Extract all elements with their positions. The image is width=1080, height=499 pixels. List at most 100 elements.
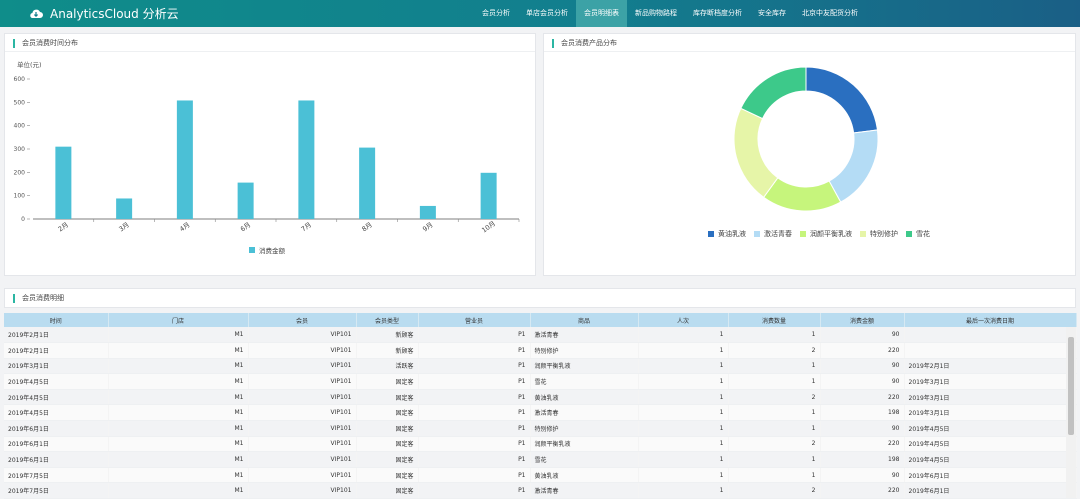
table-cell: 固定客 (356, 404, 419, 422)
bar-chart-title: 会员消费时间分布 (13, 39, 78, 48)
nav-item-5[interactable]: 安全库存 (750, 0, 794, 27)
table-cell: 新顾客 (356, 342, 419, 359)
table-cell: P1 (418, 389, 531, 406)
table-cell: 2 (728, 482, 821, 499)
table-cell: VIP101 (248, 358, 357, 375)
column-header[interactable]: 营业员 (418, 313, 531, 327)
table-cell: M1 (108, 436, 249, 453)
bar-4月[interactable] (176, 100, 193, 219)
x-tick-label: 3月 (117, 221, 130, 234)
legend-label: 消费金额 (259, 246, 286, 255)
table-row[interactable]: 2019年2月1日 M1 VIP101 新顾客 P1 特别修护 1 2 220 (4, 342, 1077, 359)
table-cell: 固定客 (356, 373, 419, 390)
table-cell: 2019年6月1日 (904, 467, 1077, 484)
table-cell: 90 (820, 467, 905, 484)
bar-7月[interactable] (298, 100, 315, 219)
table-cell: M1 (108, 358, 249, 375)
table-row[interactable]: 2019年3月1日 M1 VIP101 活跃客 P1 润颜平衡乳液 1 1 90 2019年2月1… (4, 358, 1077, 375)
table-row[interactable]: 2019年6月1日 M1 VIP101 固定客 P1 润颜平衡乳液 1 2 220 2019年4月… (4, 436, 1077, 453)
table-title: 会员消费明细 (13, 294, 64, 303)
donut-slice-激活青春[interactable] (828, 129, 879, 203)
table-row[interactable]: 2019年4月5日 M1 VIP101 固定客 P1 黄油乳液 1 2 220 2019年3月1日 (4, 389, 1077, 406)
table-cell: VIP101 (248, 342, 357, 359)
bar-6月[interactable] (237, 182, 254, 219)
x-tick-label: 6月 (239, 221, 252, 234)
donut-chart (733, 66, 879, 212)
table-cell: P1 (418, 482, 531, 499)
legend-item-雪花[interactable]: 雪花 (906, 229, 930, 239)
table-cell: 激活青春 (530, 482, 639, 499)
column-header[interactable]: 会员类型 (356, 313, 419, 327)
scrollbar-thumb[interactable] (1068, 337, 1074, 435)
table-row[interactable]: 2019年6月1日 M1 VIP101 固定客 P1 特别修护 1 1 90 2019年4月5日 (4, 420, 1077, 437)
x-tick-label: 7月 (300, 221, 313, 234)
table-cell: M1 (108, 342, 249, 359)
legend-item-黄油乳液[interactable]: 黄油乳液 (708, 229, 746, 239)
legend-label: 黄油乳液 (718, 230, 746, 238)
table-cell: 2019年4月5日 (4, 404, 109, 422)
legend-item-润颜平衡乳液[interactable]: 润颜平衡乳液 (800, 229, 852, 239)
table-cell: 2019年6月1日 (4, 420, 109, 437)
table-cell: 1 (728, 451, 821, 468)
donut-slice-润颜平衡乳液[interactable] (762, 177, 842, 212)
column-header[interactable]: 消费数量 (728, 313, 821, 327)
table-cell: 90 (820, 373, 905, 390)
column-header[interactable]: 人次 (638, 313, 729, 327)
column-header[interactable]: 消费金额 (820, 313, 905, 327)
bar-10月[interactable] (480, 172, 497, 219)
column-header[interactable]: 商品 (530, 313, 639, 327)
detail-table: 时间 门店 会员 会员类型 营业员 商品 人次 消费数量 消费金额 最后一次消费日期 2019年2… (4, 313, 1077, 499)
table-cell: 2 (728, 436, 821, 453)
table-row[interactable]: 2019年7月5日 M1 VIP101 固定客 P1 激活青春 1 2 220 2019年6月1日 (4, 482, 1077, 499)
legend-label: 雪花 (916, 230, 930, 238)
x-tick-label: 10月 (480, 219, 497, 234)
legend-item-特别修护[interactable]: 特别修护 (860, 229, 898, 239)
column-header[interactable]: 最后一次消费日期 (904, 313, 1077, 327)
table-cell: 1 (638, 389, 729, 406)
bar-9月[interactable] (419, 205, 436, 219)
table-cell: 198 (820, 404, 905, 422)
legend-item-激活青春[interactable]: 激活青春 (754, 229, 792, 239)
column-header[interactable]: 时间 (4, 313, 109, 327)
table-cell: 激活青春 (530, 327, 639, 344)
table-cell: 2019年6月1日 (4, 451, 109, 468)
table-cell: 2019年4月5日 (904, 420, 1077, 437)
nav-item-4[interactable]: 库存断档度分析 (685, 0, 750, 27)
column-header[interactable]: 会员 (248, 313, 357, 327)
donut-slice-黄油乳液[interactable] (805, 66, 878, 134)
table-cell: P1 (418, 342, 531, 359)
nav-item-0[interactable]: 会员分析 (474, 0, 518, 27)
bar-8月[interactable] (359, 147, 376, 219)
nav-item-3[interactable]: 新品购物路程 (627, 0, 685, 27)
table-cell: 润颜平衡乳液 (530, 358, 639, 375)
table-cell: P1 (418, 373, 531, 390)
nav-item-2[interactable]: 会员明细表 (576, 0, 627, 27)
table-row[interactable]: 2019年4月5日 M1 VIP101 固定客 P1 激活青春 1 1 198 2019年3月1日 (4, 404, 1077, 422)
table-cell: VIP101 (248, 373, 357, 390)
donut-chart-title: 会员消费产品分布 (552, 39, 617, 48)
legend-label: 润颜平衡乳液 (810, 230, 852, 238)
donut-slice-雪花[interactable] (740, 66, 807, 120)
table-cell: 1 (728, 373, 821, 390)
bar-chart-panel: 会员消费时间分布 单位(元) 0 100 200 300 400 500 600 2月 3月 4月 6… (4, 33, 536, 276)
bar-3月[interactable] (116, 198, 133, 219)
table-cell: VIP101 (248, 451, 357, 468)
bar-2月[interactable] (55, 146, 72, 219)
table-row[interactable]: 2019年6月1日 M1 VIP101 固定客 P1 雪花 1 1 198 2019年4月5日 (4, 451, 1077, 468)
top-bar: AnalyticsCloud 分析云 会员分析 单店会员分析 会员明细表 新品购物路程… (0, 0, 1080, 27)
brand-name: AnalyticsCloud 分析云 (50, 7, 179, 21)
table-scrollbar[interactable] (1066, 327, 1076, 498)
y-tick-label: 600 (14, 76, 26, 83)
nav-item-1[interactable]: 单店会员分析 (518, 0, 576, 27)
table-cell: 1 (638, 358, 729, 375)
main-nav: 会员分析 单店会员分析 会员明细表 新品购物路程 库存断档度分析 安全库存 北京中友配货分析 (474, 0, 866, 27)
table-row[interactable]: 2019年2月1日 M1 VIP101 新顾客 P1 激活青春 1 1 90 (4, 327, 1077, 344)
donut-slice-特别修护[interactable] (733, 107, 779, 198)
y-tick-label: 0 (21, 216, 25, 223)
table-row[interactable]: 2019年4月5日 M1 VIP101 固定客 P1 雪花 1 1 90 2019年3月1日 (4, 373, 1077, 390)
table-row[interactable]: 2019年7月5日 M1 VIP101 固定客 P1 黄油乳液 1 1 90 2019年6月1日 (4, 467, 1077, 484)
brand[interactable]: AnalyticsCloud 分析云 (28, 4, 179, 23)
table-cell: 220 (820, 482, 905, 499)
column-header[interactable]: 门店 (108, 313, 249, 327)
nav-item-6[interactable]: 北京中友配货分析 (794, 0, 866, 27)
